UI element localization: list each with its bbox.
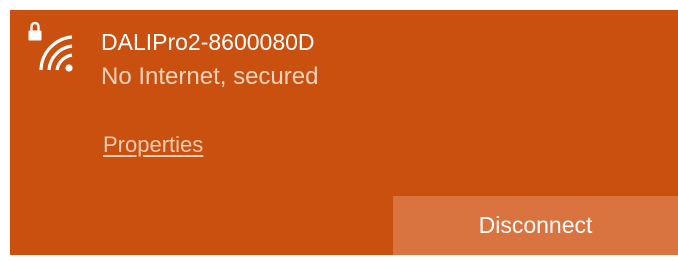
disconnect-button[interactable]: Disconnect [393, 196, 678, 255]
wifi-secured-icon [28, 21, 73, 72]
network-flyout-panel: DALIPro2-8600080D No Internet, secured P… [10, 10, 678, 255]
network-status: No Internet, secured [101, 63, 319, 90]
network-name: DALIPro2-8600080D [101, 29, 315, 55]
properties-link[interactable]: Properties [103, 131, 203, 159]
